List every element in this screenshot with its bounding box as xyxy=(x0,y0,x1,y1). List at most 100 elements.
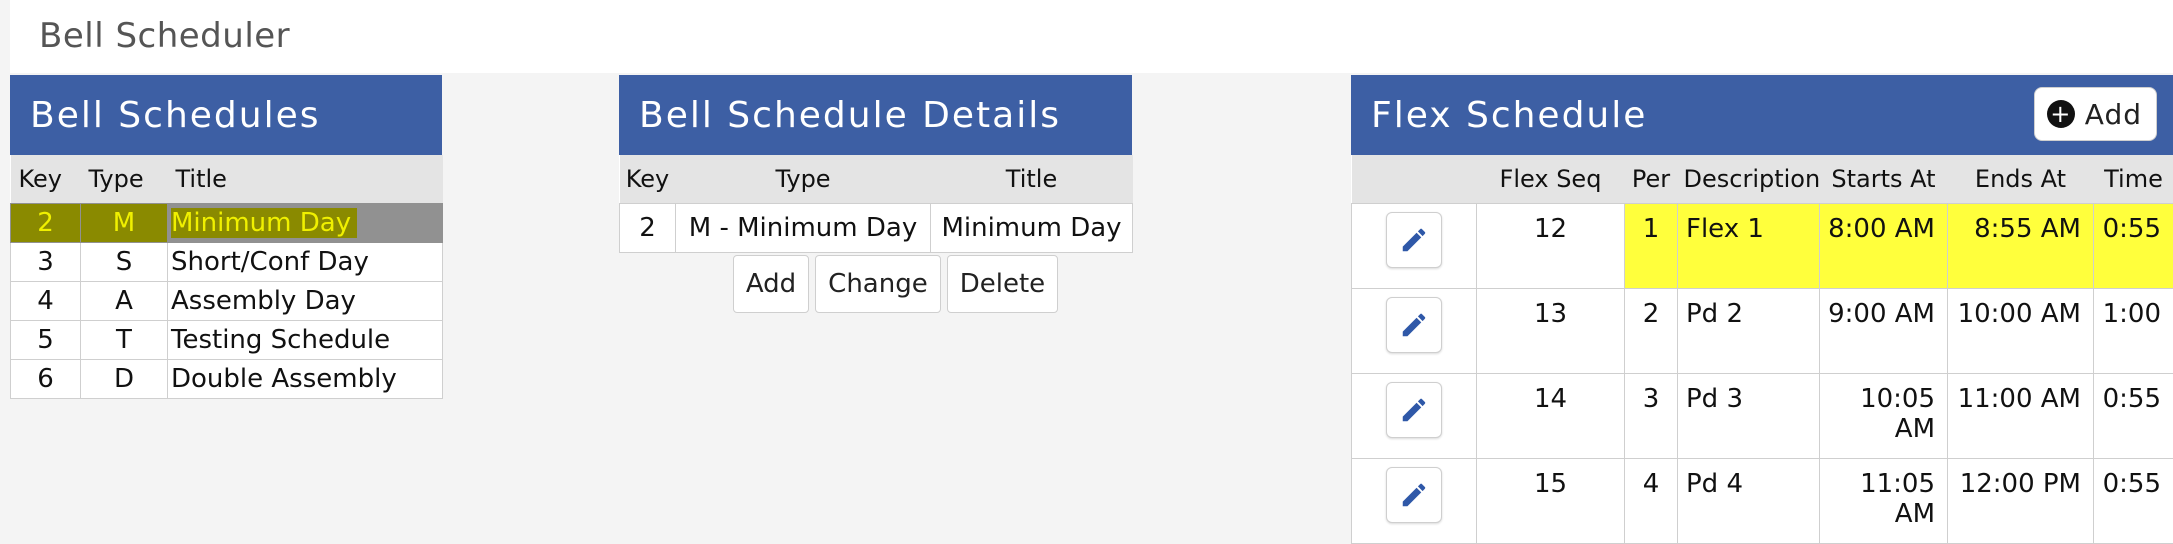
cell-starts-at: 10:05 AM xyxy=(1820,374,1948,459)
column-header-type: Type xyxy=(81,155,168,204)
flex-schedule-panel: Flex Schedule + Add Flex Seq Per Descrip… xyxy=(1351,75,2173,544)
table-row-highlighted[interactable]: 12 1 Flex 1 8:00 AM 8:55 AM 0:55 xyxy=(1352,204,2173,289)
flex-header: Flex Schedule + Add xyxy=(1351,75,2173,155)
add-button[interactable]: Add xyxy=(733,255,809,313)
column-header-flex-seq: Flex Seq xyxy=(1477,155,1625,204)
cell-time: 0:55 xyxy=(2094,459,2173,544)
plus-circle-icon: + xyxy=(2047,100,2075,128)
column-header-key: Key xyxy=(620,155,676,204)
app-title: Bell Scheduler xyxy=(39,16,290,56)
cell-key[interactable]: 2 xyxy=(11,204,81,243)
cell-type[interactable]: T xyxy=(81,321,168,360)
table-header-row: Flex Seq Per Description Starts At Ends … xyxy=(1352,155,2173,204)
change-button[interactable]: Change xyxy=(815,255,941,313)
cell-description: Pd 3 xyxy=(1678,374,1820,459)
bell-schedules-panel: Bell Schedules Key Type Title 2 M Minimu… xyxy=(10,75,442,399)
cell-ends-at: 12:00 PM xyxy=(1948,459,2094,544)
details-button-row: Add Change Delete xyxy=(619,255,1132,313)
column-header-per: Per xyxy=(1625,155,1678,204)
column-header-time: Time xyxy=(2094,155,2173,204)
bell-schedule-details-panel: Bell Schedule Details Key Type Title 2 M… xyxy=(619,75,1132,313)
cell-time: 0:55 xyxy=(2094,204,2173,289)
column-header-key: Key xyxy=(11,155,81,204)
edit-button[interactable] xyxy=(1386,212,1442,268)
cell-title[interactable]: Minimum Day xyxy=(168,204,443,243)
column-header-edit xyxy=(1352,155,1477,204)
cell-key[interactable]: 4 xyxy=(11,282,81,321)
cell-title[interactable]: Assembly Day xyxy=(168,282,443,321)
table-row[interactable]: 15 4 Pd 4 11:05 AM 12:00 PM 0:55 xyxy=(1352,459,2173,544)
cell-flex-seq: 13 xyxy=(1477,289,1625,374)
pencil-icon xyxy=(1399,225,1429,255)
table-row[interactable]: 4 A Assembly Day xyxy=(11,282,443,321)
cell-per: 2 xyxy=(1625,289,1678,374)
column-header-title: Title xyxy=(931,155,1133,204)
cell-key[interactable]: 5 xyxy=(11,321,81,360)
cell-flex-seq: 15 xyxy=(1477,459,1625,544)
table-row[interactable]: 5 T Testing Schedule xyxy=(11,321,443,360)
column-header-type: Type xyxy=(676,155,931,204)
cell-key[interactable]: 3 xyxy=(11,243,81,282)
cell-title: Minimum Day xyxy=(931,204,1133,253)
edit-button[interactable] xyxy=(1386,297,1442,353)
cell-per: 4 xyxy=(1625,459,1678,544)
table-row[interactable]: 2 M - Minimum Day Minimum Day xyxy=(620,204,1133,253)
flex-add-label: Add xyxy=(2085,98,2142,131)
edit-cell xyxy=(1352,374,1477,459)
cell-flex-seq: 12 xyxy=(1477,204,1625,289)
cell-title[interactable]: Short/Conf Day xyxy=(168,243,443,282)
flex-schedule-table: Flex Seq Per Description Starts At Ends … xyxy=(1351,155,2173,544)
column-header-title: Title xyxy=(168,155,443,204)
table-row[interactable]: 13 2 Pd 2 9:00 AM 10:00 AM 1:00 xyxy=(1352,289,2173,374)
pencil-icon xyxy=(1399,395,1429,425)
cell-ends-at: 10:00 AM xyxy=(1948,289,2094,374)
edit-button[interactable] xyxy=(1386,467,1442,523)
cell-starts-at: 8:00 AM xyxy=(1820,204,1948,289)
column-header-ends-at: Ends At xyxy=(1948,155,2094,204)
flex-title: Flex Schedule xyxy=(1371,95,1647,136)
table-row[interactable]: 14 3 Pd 3 10:05 AM 11:00 AM 0:55 xyxy=(1352,374,2173,459)
cell-key: 2 xyxy=(620,204,676,253)
cell-starts-at: 9:00 AM xyxy=(1820,289,1948,374)
cell-title[interactable]: Testing Schedule xyxy=(168,321,443,360)
cell-title[interactable]: Double Assembly xyxy=(168,360,443,399)
cell-ends-at: 11:00 AM xyxy=(1948,374,2094,459)
delete-button[interactable]: Delete xyxy=(947,255,1058,313)
table-row-selected[interactable]: 2 M Minimum Day xyxy=(11,204,443,243)
cell-key[interactable]: 6 xyxy=(11,360,81,399)
details-header: Bell Schedule Details xyxy=(619,75,1132,155)
cell-title-text: Minimum Day xyxy=(171,208,357,238)
cell-time: 0:55 xyxy=(2094,374,2173,459)
cell-per: 1 xyxy=(1625,204,1678,289)
cell-time: 1:00 xyxy=(2094,289,2173,374)
cell-starts-at: 11:05 AM xyxy=(1820,459,1948,544)
edit-cell xyxy=(1352,204,1477,289)
cell-type: M - Minimum Day xyxy=(676,204,931,253)
edit-cell xyxy=(1352,459,1477,544)
cell-type[interactable]: A xyxy=(81,282,168,321)
table-header-row: Key Type Title xyxy=(11,155,443,204)
flex-add-button[interactable]: + Add xyxy=(2034,87,2157,141)
cell-description: Pd 4 xyxy=(1678,459,1820,544)
table-row[interactable]: 3 S Short/Conf Day xyxy=(11,243,443,282)
column-header-description: Description xyxy=(1678,155,1820,204)
cell-ends-at: 8:55 AM xyxy=(1948,204,2094,289)
cell-type[interactable]: M xyxy=(81,204,168,243)
details-table: Key Type Title 2 M - Minimum Day Minimum… xyxy=(619,155,1133,253)
column-header-starts-at: Starts At xyxy=(1820,155,1948,204)
cell-description: Flex 1 xyxy=(1678,204,1820,289)
cell-type[interactable]: D xyxy=(81,360,168,399)
cell-description: Pd 2 xyxy=(1678,289,1820,374)
pencil-icon xyxy=(1399,310,1429,340)
edit-button[interactable] xyxy=(1386,382,1442,438)
pencil-icon xyxy=(1399,480,1429,510)
cell-type[interactable]: S xyxy=(81,243,168,282)
table-header-row: Key Type Title xyxy=(620,155,1133,204)
table-row[interactable]: 6 D Double Assembly xyxy=(11,360,443,399)
cell-flex-seq: 14 xyxy=(1477,374,1625,459)
bell-schedules-header: Bell Schedules xyxy=(10,75,442,155)
bell-schedules-table: Key Type Title 2 M Minimum Day 3 S Short… xyxy=(10,155,443,399)
cell-per: 3 xyxy=(1625,374,1678,459)
edit-cell xyxy=(1352,289,1477,374)
top-bar: Bell Scheduler xyxy=(10,0,2173,73)
